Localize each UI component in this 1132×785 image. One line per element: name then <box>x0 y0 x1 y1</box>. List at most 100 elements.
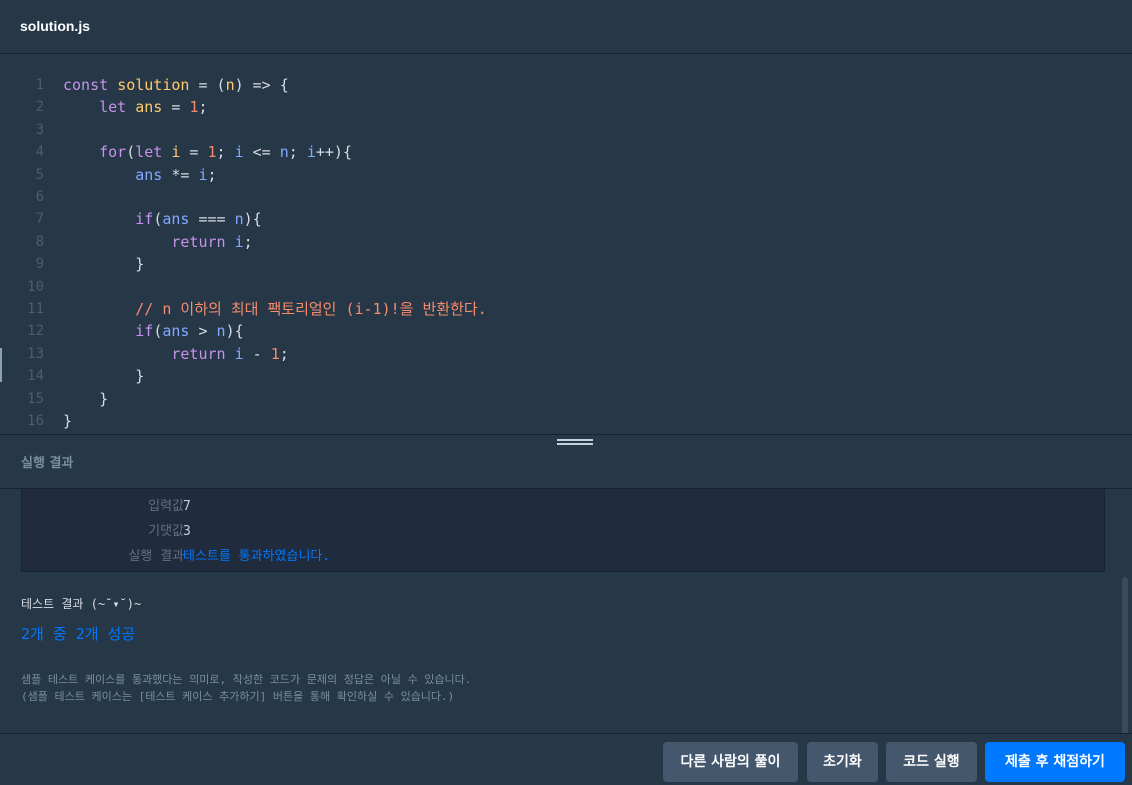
code-text[interactable]: let ans = 1; <box>63 96 208 118</box>
submit-button[interactable]: 제출 후 채점하기 <box>985 742 1125 782</box>
code-line[interactable]: 14 } <box>0 365 1132 387</box>
panel-splitter[interactable]: 실행 결과 <box>0 434 1132 489</box>
code-text[interactable]: } <box>63 410 72 432</box>
code-text[interactable]: } <box>63 365 144 387</box>
line-number: 8 <box>35 233 44 250</box>
code-token: } <box>63 389 109 408</box>
file-tab[interactable]: solution.js <box>20 18 90 34</box>
line-number: 4 <box>35 144 44 161</box>
reset-button[interactable]: 초기화 <box>807 742 878 782</box>
drag-handle-icon[interactable] <box>557 439 593 449</box>
code-token: for <box>99 143 127 162</box>
code-line[interactable]: 16} <box>0 410 1132 432</box>
code-token: ; <box>207 165 217 184</box>
code-token: ) => { <box>234 76 289 94</box>
code-token: = <box>180 143 208 162</box>
code-token: const <box>63 76 118 94</box>
code-token: *= <box>162 165 199 184</box>
code-token: let <box>99 98 136 117</box>
summary-title: 테스트 결과 (~˘▾˘)~ <box>21 597 142 611</box>
input-value: 7 <box>183 499 191 514</box>
code-line[interactable]: 4 for(let i = 1; i <= n; i++){ <box>0 141 1132 163</box>
code-line[interactable]: 11 // n 이하의 최대 팩토리얼인 (i-1)!을 반환한다. <box>0 298 1132 320</box>
chevron-right-icon: 〉 <box>161 499 175 514</box>
code-text[interactable]: } <box>63 388 108 410</box>
line-number: 10 <box>27 278 44 295</box>
code-line[interactable]: 15 } <box>0 388 1132 410</box>
code-token: } <box>63 255 145 274</box>
code-token: ++){ <box>315 143 352 162</box>
expected-value: 3 <box>183 524 191 539</box>
code-token: return <box>171 232 235 251</box>
code-token: ( <box>153 210 163 229</box>
code-token: let <box>135 143 172 162</box>
code-line[interactable]: 13 return i - 1; <box>0 343 1132 365</box>
code-line[interactable]: 9 } <box>0 253 1132 275</box>
code-token: solution <box>117 76 190 94</box>
notice-line-1: 샘플 테스트 케이스를 통과했다는 의미로, 작성한 코드가 문제의 정답은 아… <box>21 673 472 686</box>
line-number: 5 <box>35 166 44 183</box>
code-token: ; <box>279 344 289 363</box>
code-token: ; <box>198 98 208 117</box>
code-token: - <box>243 344 271 363</box>
code-text[interactable]: } <box>63 253 144 275</box>
code-line[interactable]: 12 if(ans > n){ <box>0 320 1132 342</box>
run-code-button[interactable]: 코드 실행 <box>886 742 977 782</box>
code-line[interactable]: 10 <box>0 276 1132 298</box>
line-number: 1 <box>35 77 44 93</box>
line-number: 15 <box>27 390 44 407</box>
code-token: ans <box>135 98 163 117</box>
line-number: 7 <box>35 211 44 228</box>
code-text[interactable]: const solution = (n) => { <box>63 74 289 96</box>
code-line[interactable]: 2 let ans = 1; <box>0 96 1132 118</box>
code-token: ans <box>135 165 163 184</box>
footer-toolbar: 다른 사람의 풀이 초기화 코드 실행 제출 후 채점하기 <box>0 733 1132 785</box>
test-case-row-expected: 기댓값 〉 3 <box>22 521 1106 543</box>
test-case-row-result: 실행 결과 〉 테스트를 통과하였습니다. <box>22 546 1106 568</box>
code-token: return <box>171 344 235 363</box>
code-text[interactable]: if(ans === n){ <box>63 208 262 230</box>
notice-line-2: (샘플 테스트 케이스는 [테스트 케이스 추가하기] 버튼을 통해 확인하실 … <box>21 690 455 703</box>
code-editor[interactable]: 1 const solution = (n) => {2 let ans = 1;… <box>0 55 1132 435</box>
code-token: n <box>216 322 226 341</box>
others-solutions-button[interactable]: 다른 사람의 풀이 <box>663 742 798 782</box>
chevron-right-icon: 〉 <box>161 524 175 539</box>
line-number: 3 <box>35 121 44 138</box>
line-number: 12 <box>27 323 44 340</box>
code-line[interactable]: 1 const solution = (n) => { <box>0 74 1132 96</box>
code-line[interactable]: 8 return i; <box>0 231 1132 253</box>
code-line[interactable]: 5 ans *= i; <box>0 164 1132 186</box>
code-token: i <box>198 165 208 184</box>
code-token: ; <box>288 143 307 162</box>
code-token: 1 <box>270 344 280 363</box>
code-text[interactable]: for(let i = 1; i <= n; i++){ <box>63 141 352 163</box>
results-header: 실행 결과 <box>21 456 74 471</box>
code-token: === <box>189 210 235 229</box>
code-token: ){ <box>243 210 262 229</box>
code-line[interactable]: 6 <box>0 186 1132 208</box>
code-token: i <box>234 232 244 251</box>
code-text[interactable]: return i; <box>63 231 253 253</box>
code-token: ; <box>243 232 253 251</box>
code-token: i <box>234 143 244 162</box>
result-value: 테스트를 통과하였습니다. <box>183 549 331 564</box>
line-number: 6 <box>35 189 44 205</box>
code-text[interactable]: if(ans > n){ <box>63 320 243 342</box>
results-scrollbar[interactable] <box>1122 577 1128 733</box>
code-line[interactable]: 3 <box>0 119 1132 141</box>
code-text[interactable]: // n 이하의 최대 팩토리얼인 (i-1)!을 반환한다. <box>63 298 487 320</box>
line-number: 16 <box>27 413 44 429</box>
code-line[interactable]: 7 if(ans === n){ <box>0 208 1132 230</box>
code-token: n <box>225 76 235 94</box>
code-text[interactable]: return i - 1; <box>63 343 289 365</box>
line-number: 13 <box>27 345 44 362</box>
results-panel: 입력값 〉 7 기댓값 〉 3 실행 결과 〉 테스트를 통과하였습니다. 테스… <box>0 489 1132 733</box>
test-case-row-input: 입력값 〉 7 <box>22 496 1106 518</box>
code-text[interactable]: ans *= i; <box>63 164 217 186</box>
line-number: 14 <box>27 368 44 385</box>
